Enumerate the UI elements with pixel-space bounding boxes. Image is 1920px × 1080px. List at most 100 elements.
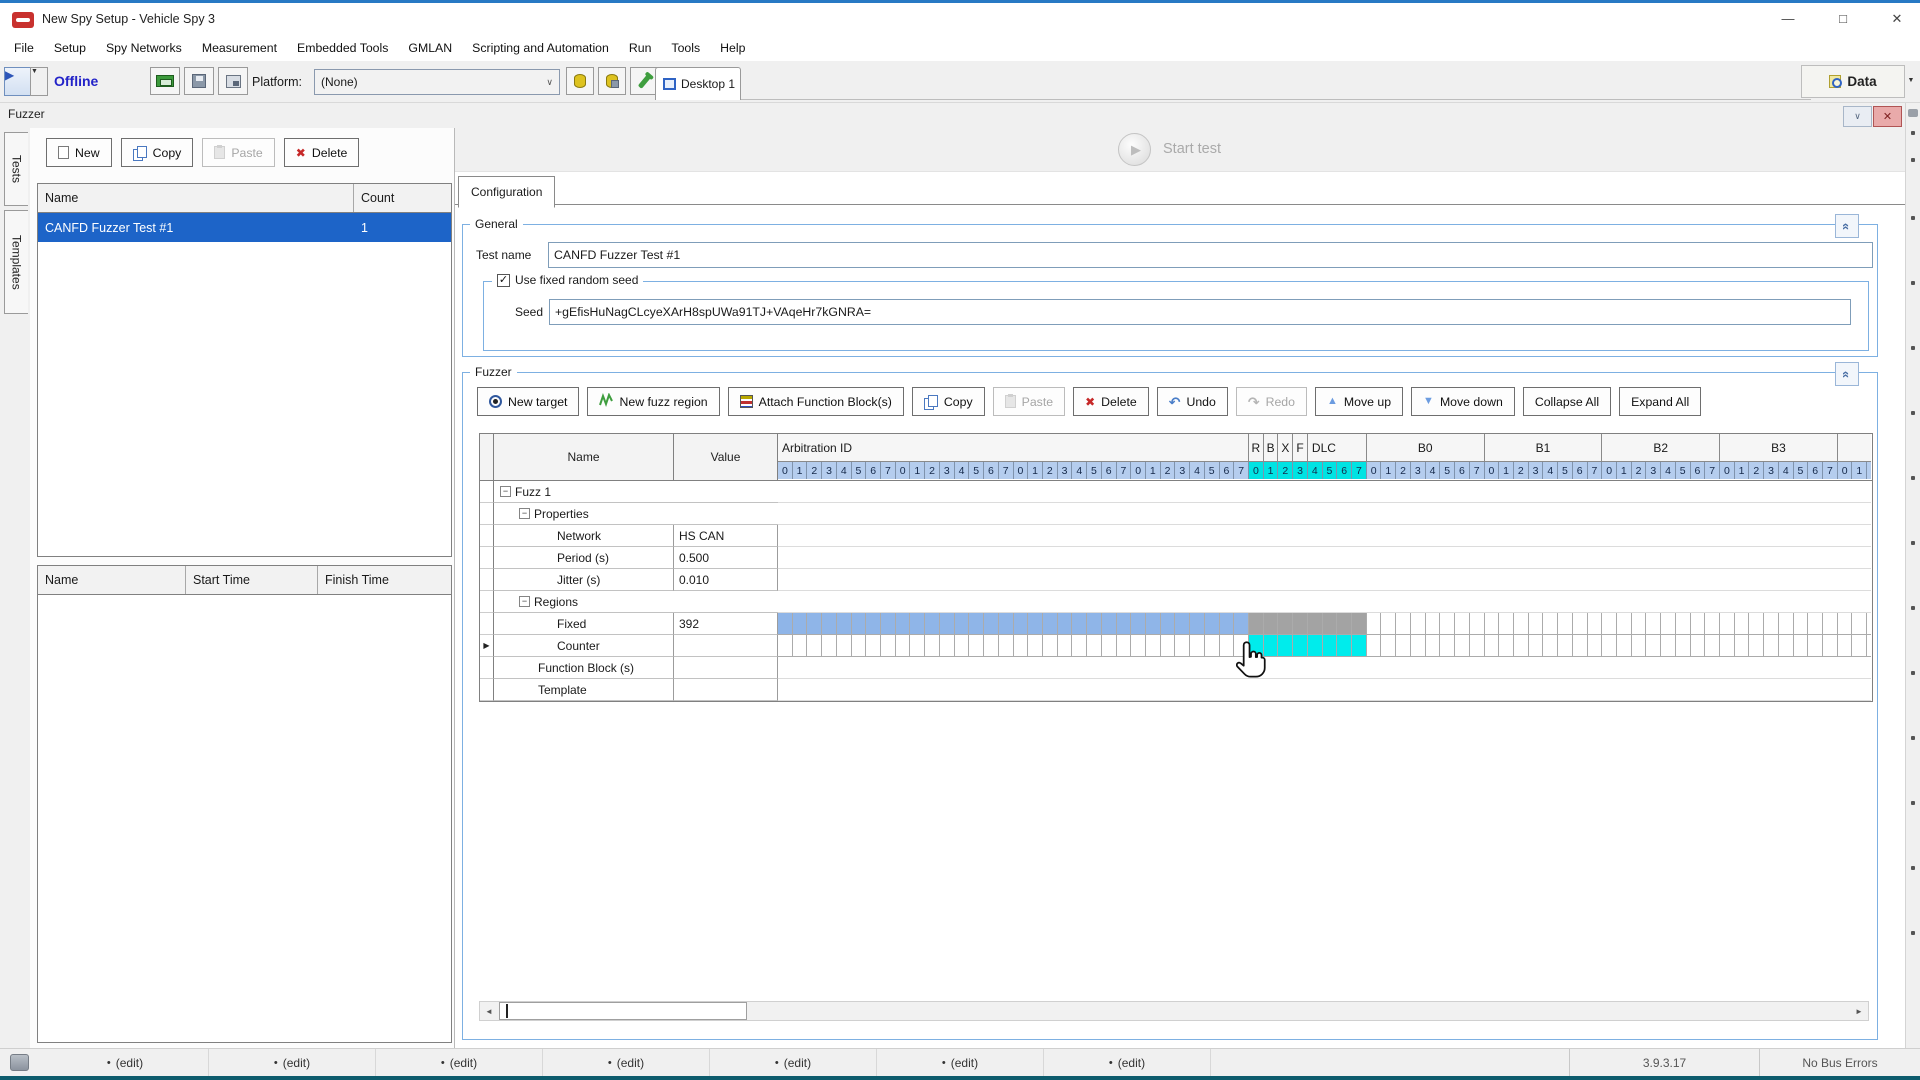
maximize-button[interactable]: □ (1820, 3, 1866, 34)
bit-cell[interactable] (1293, 613, 1308, 635)
bit-cell[interactable] (1352, 635, 1367, 657)
test-name-input[interactable]: CANFD Fuzzer Test #1 (548, 242, 1873, 268)
menu-help[interactable]: Help (710, 37, 755, 59)
tests-delete-button[interactable]: ✖Delete (284, 138, 360, 167)
bit-cell[interactable] (852, 635, 867, 657)
bit-cell[interactable] (1852, 635, 1867, 657)
row-selector[interactable] (480, 547, 494, 569)
bit-cell[interactable] (1676, 635, 1691, 657)
bit-cell[interactable] (1381, 635, 1396, 657)
bit-cell[interactable] (1411, 613, 1426, 635)
bit-cell[interactable] (1220, 635, 1235, 657)
column-header-name[interactable]: Name (38, 184, 354, 212)
bit-cell[interactable] (1381, 613, 1396, 635)
bit-cell[interactable] (1470, 613, 1485, 635)
start-test-button[interactable]: Start test (1163, 141, 1221, 157)
bit-cell[interactable] (1691, 635, 1706, 657)
bit-cell[interactable] (778, 635, 793, 657)
bit-cell[interactable] (984, 635, 999, 657)
bit-cell[interactable] (1323, 613, 1338, 635)
bit-cell[interactable] (1323, 635, 1338, 657)
bit-cell[interactable] (1146, 613, 1161, 635)
fuzzer-new-fuzz-region-button[interactable]: New fuzz region (587, 387, 719, 416)
bit-cell[interactable] (1058, 613, 1073, 635)
data-button[interactable]: Data (1801, 65, 1905, 98)
bit-cell[interactable] (1131, 635, 1146, 657)
scroll-right-button[interactable]: ► (1850, 1002, 1868, 1020)
table-row[interactable]: CANFD Fuzzer Test #1 1 (38, 213, 451, 242)
bit-cell[interactable] (822, 613, 837, 635)
bit-cell[interactable] (1249, 613, 1264, 635)
status-edit-cell[interactable]: •(edit) (710, 1049, 877, 1076)
bit-cell[interactable] (1499, 613, 1514, 635)
bit-cell[interactable] (1823, 613, 1838, 635)
bit-cell[interactable] (1852, 613, 1867, 635)
bit-cell[interactable] (1661, 635, 1676, 657)
bit-cell[interactable] (1558, 635, 1573, 657)
row-selector[interactable]: ▶ (480, 635, 494, 657)
collapse-fuzzer-button[interactable]: « (1835, 362, 1859, 386)
row-value-cell[interactable] (674, 679, 778, 701)
bit-cell[interactable] (1396, 613, 1411, 635)
bit-cell[interactable] (1396, 635, 1411, 657)
bit-cell[interactable] (1264, 613, 1279, 635)
bit-cell[interactable] (1190, 635, 1205, 657)
fuzzer-move-down-button[interactable]: ▼Move down (1411, 387, 1515, 416)
bit-cell[interactable] (1175, 635, 1190, 657)
data-dropdown-button[interactable]: ▼ (1904, 65, 1918, 96)
seed-input[interactable]: +gEfisHuNagCLcyeXArH8spUWa91TJ+VAqeHr7kG… (549, 299, 1851, 325)
bit-cell[interactable] (1014, 635, 1029, 657)
fuzzer-attach-function-block-s-button[interactable]: Attach Function Block(s) (728, 387, 904, 416)
bit-cell[interactable] (1735, 635, 1750, 657)
bit-cell[interactable] (1205, 635, 1220, 657)
tree-expander-icon[interactable]: − (500, 486, 511, 497)
bit-cell[interactable] (1764, 635, 1779, 657)
bit-cell[interactable] (999, 613, 1014, 635)
menu-gmlan[interactable]: GMLAN (398, 37, 462, 59)
fuzzer-new-target-button[interactable]: New target (477, 387, 579, 416)
bit-cell[interactable] (1529, 635, 1544, 657)
bit-cell[interactable] (1028, 613, 1043, 635)
bit-cell[interactable] (1087, 613, 1102, 635)
bit-cell[interactable] (1308, 635, 1323, 657)
bit-cell[interactable] (1426, 635, 1441, 657)
bit-cell[interactable] (1072, 635, 1087, 657)
bit-cell[interactable] (1749, 613, 1764, 635)
bit-cell[interactable] (1426, 613, 1441, 635)
bit-cell[interactable] (1131, 613, 1146, 635)
bit-cell[interactable] (807, 635, 822, 657)
tests-new-button[interactable]: New (46, 138, 112, 167)
bit-cell[interactable] (1808, 635, 1823, 657)
bit-cell[interactable] (793, 635, 808, 657)
bit-cell[interactable] (1058, 635, 1073, 657)
bit-cell[interactable] (866, 635, 881, 657)
bit-cell[interactable] (822, 635, 837, 657)
row-selector[interactable] (480, 591, 494, 613)
bit-cell[interactable] (925, 635, 940, 657)
bit-cell[interactable] (1646, 613, 1661, 635)
bit-cell[interactable] (1175, 613, 1190, 635)
bit-cell[interactable] (1720, 635, 1735, 657)
bit-cell[interactable] (1691, 613, 1706, 635)
bit-cell[interactable] (1617, 613, 1632, 635)
menu-setup[interactable]: Setup (44, 37, 96, 59)
tree-expander-icon[interactable]: − (519, 508, 530, 519)
bit-cell[interactable] (896, 635, 911, 657)
bit-cell[interactable] (1234, 613, 1249, 635)
bit-cell[interactable] (955, 613, 970, 635)
bit-cell[interactable] (1676, 613, 1691, 635)
menu-run[interactable]: Run (619, 37, 662, 59)
tab-desktop-1[interactable]: Desktop 1 (655, 67, 741, 100)
bit-cell[interactable] (1867, 613, 1871, 635)
menu-spy-networks[interactable]: Spy Networks (96, 37, 192, 59)
side-tab-tests[interactable]: Tests (4, 132, 28, 206)
logoff-platform-button[interactable] (218, 67, 248, 95)
menu-tools[interactable]: Tools (661, 37, 710, 59)
bit-cell[interactable] (866, 613, 881, 635)
bit-cell[interactable] (1529, 613, 1544, 635)
menu-file[interactable]: File (4, 37, 44, 59)
bit-cell[interactable] (1455, 635, 1470, 657)
bit-cell[interactable] (778, 613, 793, 635)
bit-cell[interactable] (1588, 613, 1603, 635)
bit-cell[interactable] (1161, 613, 1176, 635)
